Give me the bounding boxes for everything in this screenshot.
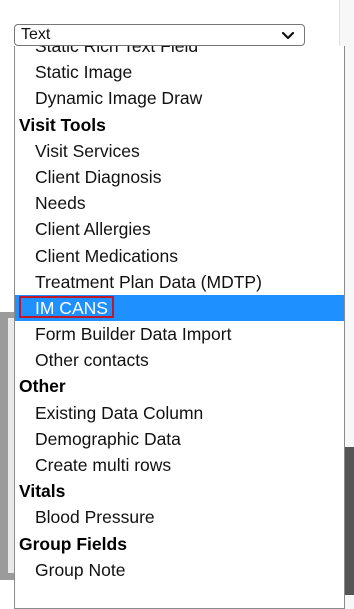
- field-type-select[interactable]: Text: [14, 24, 305, 46]
- option-label: Client Allergies: [35, 219, 151, 240]
- option-existing-data-column[interactable]: Existing Data Column: [15, 400, 344, 426]
- option-needs[interactable]: Needs: [15, 190, 344, 216]
- option-demographic-data[interactable]: Demographic Data: [15, 426, 344, 452]
- option-blood-pressure[interactable]: Blood Pressure: [15, 504, 344, 530]
- option-label: Other contacts: [35, 350, 149, 371]
- option-label: Static Rich Text Field: [35, 46, 199, 56]
- option-label: Static Image: [35, 62, 133, 83]
- option-create-multi-rows[interactable]: Create multi rows: [15, 452, 344, 478]
- option-label: Visit Services: [35, 140, 140, 161]
- option-label: Group Note: [35, 559, 126, 580]
- option-label: Create multi rows: [35, 455, 172, 475]
- option-label: Demographic Data: [35, 428, 181, 449]
- optgroup-other: Other: [15, 373, 344, 399]
- option-treatment-plan-data-mdtp[interactable]: Treatment Plan Data (MDTP): [15, 269, 344, 295]
- option-static-image[interactable]: Static Image: [15, 59, 344, 85]
- chevron-down-icon: [281, 31, 295, 40]
- option-client-diagnosis[interactable]: Client Diagnosis: [15, 164, 344, 190]
- option-label: Needs: [35, 193, 86, 214]
- option-visit-services[interactable]: Visit Services: [15, 138, 344, 164]
- option-label: Client Medications: [35, 245, 178, 266]
- option-client-medications[interactable]: Client Medications: [15, 243, 344, 269]
- optgroup-label: Vitals: [19, 481, 66, 502]
- optgroup-vitals: Vitals: [15, 478, 344, 504]
- optgroup-visit-tools: Visit Tools: [15, 112, 344, 138]
- optgroup-label: Group Fields: [19, 533, 127, 554]
- optgroup-label: Other: [19, 376, 66, 397]
- select-dropdown-list[interactable]: Static Rich Text Field Static Image Dynami…: [14, 46, 345, 609]
- optgroup-group-fields: Group Fields: [15, 531, 344, 557]
- option-list: Static Rich Text Field Static Image Dynami…: [15, 46, 344, 583]
- option-other-contacts[interactable]: Other contacts: [15, 347, 344, 373]
- option-im-cans[interactable]: IM CANS: [15, 294, 344, 322]
- screen: Text Static Rich Text Field Static Image D…: [0, 0, 354, 609]
- option-group-note[interactable]: Group Note: [15, 557, 344, 583]
- option-label: Blood Pressure: [35, 507, 155, 528]
- optgroup-label: Visit Tools: [19, 114, 106, 135]
- option-label: Form Builder Data Import: [35, 324, 232, 345]
- option-static-rich-text-field[interactable]: Static Rich Text Field: [15, 46, 344, 59]
- annotation-highlight-box: IM CANS: [19, 295, 114, 318]
- option-label: Dynamic Image Draw: [35, 88, 203, 109]
- option-label: Client Diagnosis: [35, 166, 162, 187]
- option-dynamic-image-draw[interactable]: Dynamic Image Draw: [15, 85, 344, 111]
- option-client-allergies[interactable]: Client Allergies: [15, 216, 344, 242]
- select-value: Text: [21, 26, 51, 43]
- option-form-builder-data-import[interactable]: Form Builder Data Import: [15, 321, 344, 347]
- option-label: Existing Data Column: [35, 402, 204, 423]
- option-label: Treatment Plan Data (MDTP): [35, 271, 262, 292]
